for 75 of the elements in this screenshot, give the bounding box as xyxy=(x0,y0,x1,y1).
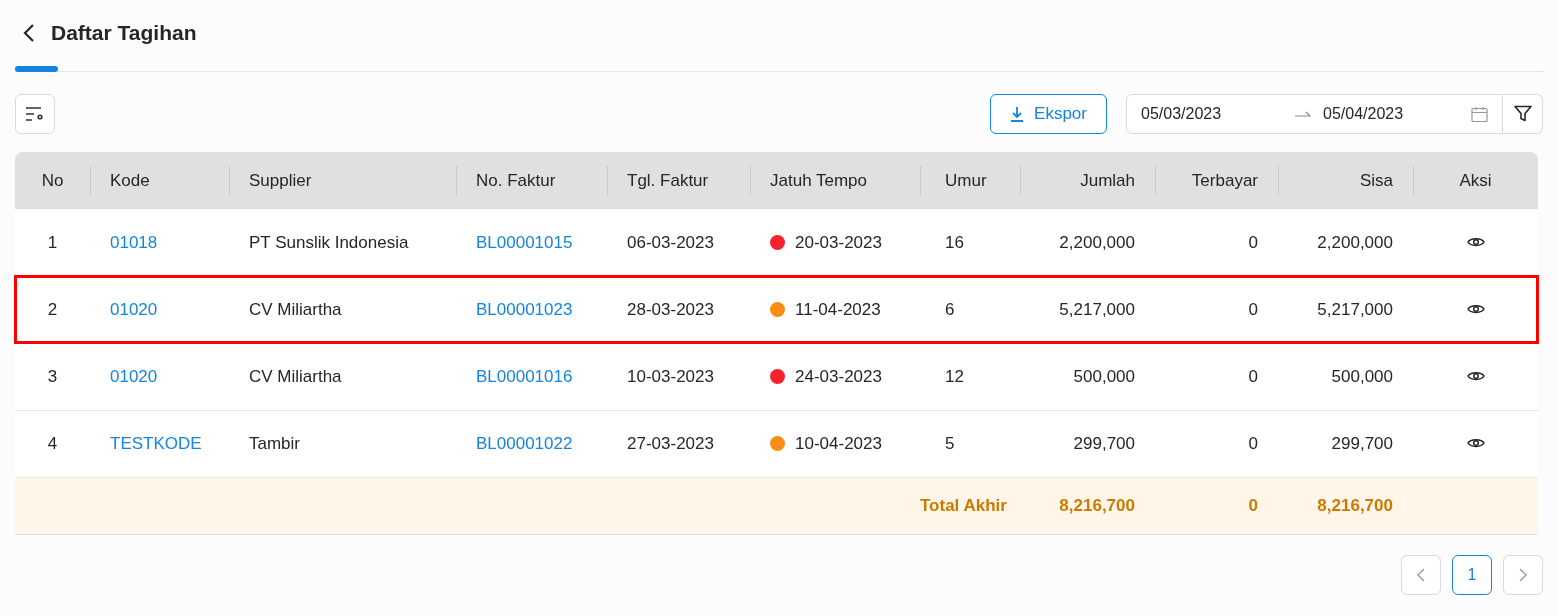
column-header: No. Faktur xyxy=(476,170,556,190)
table-cell: Tambir xyxy=(249,433,300,453)
eye-icon xyxy=(1466,303,1485,315)
table-cell: 0 xyxy=(1248,232,1258,252)
column-header: Jatuh Tempo xyxy=(770,170,868,190)
download-icon xyxy=(1010,106,1025,122)
column-header: Kode xyxy=(110,170,150,190)
table-cell: 0 xyxy=(1248,366,1258,386)
eye-icon xyxy=(1466,369,1485,382)
link[interactable]: BL00001015 xyxy=(476,232,573,252)
column-header: Aksi xyxy=(1459,170,1492,190)
table-cell: 0 xyxy=(1248,300,1258,319)
table-cell: 10-03-2023 xyxy=(627,366,714,386)
total-value: 8,216,700 xyxy=(1059,495,1135,515)
table-cell-text: 24-03-2023 xyxy=(795,365,882,388)
chevron-left-icon xyxy=(1417,567,1425,582)
table-cell: 16 xyxy=(945,232,964,252)
table-cell-text: 10-04-2023 xyxy=(795,432,882,455)
table-cell: 4 xyxy=(47,433,58,453)
export-button[interactable]: Ekspor xyxy=(990,94,1107,134)
eye-icon xyxy=(1466,436,1485,449)
tab-indicator xyxy=(15,66,58,72)
table-cell: 5,217,000 xyxy=(1317,300,1393,319)
table-cell-text: 20-03-2023 xyxy=(795,231,882,254)
table-cell: CV Miliartha xyxy=(249,300,342,319)
table-cell: CV Miliartha xyxy=(249,366,342,386)
table-cell: 5 xyxy=(945,433,955,453)
table-cell: 0 xyxy=(1248,433,1258,453)
column-header: Tgl. Faktur xyxy=(627,170,709,190)
table-cell: 299,700 xyxy=(1073,433,1135,453)
table-cell: 2 xyxy=(47,300,58,319)
table-cell-text: 11-04-2023 xyxy=(795,299,881,321)
table-cell: 299,700 xyxy=(1331,433,1393,453)
table-cell: 1 xyxy=(47,232,58,252)
table-cell: 28-03-2023 xyxy=(627,300,714,319)
table-cell: 3 xyxy=(47,366,58,386)
calendar-icon xyxy=(1471,105,1488,123)
link[interactable]: 01020 xyxy=(110,300,158,319)
start-date: 05/03/2023 xyxy=(1141,104,1223,124)
table-cell: 2,200,000 xyxy=(1059,232,1135,252)
column-header: Sisa xyxy=(1359,170,1393,190)
chevron-right-icon xyxy=(1519,567,1527,582)
link[interactable]: 01020 xyxy=(110,366,158,386)
table-cell: 5,217,000 xyxy=(1059,300,1135,319)
table-cell: 500,000 xyxy=(1331,366,1393,386)
column-header: Umur xyxy=(945,170,987,190)
end-date: 05/04/2023 xyxy=(1323,104,1404,124)
table-cell: 12 xyxy=(945,366,964,386)
link[interactable]: 01018 xyxy=(110,232,158,252)
total-value: 0 xyxy=(1248,495,1258,515)
table-cell: 06-03-2023 xyxy=(627,232,714,252)
table-cell: 27-03-2023 xyxy=(627,433,714,453)
column-header: Terbayar xyxy=(1191,170,1258,190)
page-title: Daftar Tagihan xyxy=(51,20,197,47)
list-settings-icon xyxy=(25,107,45,121)
column-settings-button[interactable] xyxy=(15,94,55,134)
table-cell: 2,200,000 xyxy=(1317,232,1393,252)
link[interactable]: BL00001022 xyxy=(476,433,573,453)
column-header: Supplier xyxy=(249,170,312,190)
page-button[interactable]: 1 xyxy=(1452,554,1492,595)
date-range-field[interactable]: 05/03/2023 05/04/2023 xyxy=(1126,94,1503,134)
column-header: Jumlah xyxy=(1080,170,1135,190)
link[interactable]: BL00001023 xyxy=(476,300,573,319)
total-value: 8,216,700 xyxy=(1317,495,1393,515)
filter-button[interactable] xyxy=(1503,94,1543,134)
column-header: No xyxy=(41,170,64,190)
link[interactable]: TESTKODE xyxy=(110,433,202,453)
eye-icon xyxy=(1466,235,1485,248)
link[interactable]: BL00001016 xyxy=(476,366,573,386)
back-icon[interactable] xyxy=(21,23,37,43)
table-cell: PT Sunslik Indonesia xyxy=(249,232,409,252)
table-cell: 500,000 xyxy=(1073,366,1135,386)
filter-icon xyxy=(1513,105,1532,123)
total-label: Total Akhir xyxy=(920,495,1007,515)
table-cell: 6 xyxy=(945,300,955,319)
